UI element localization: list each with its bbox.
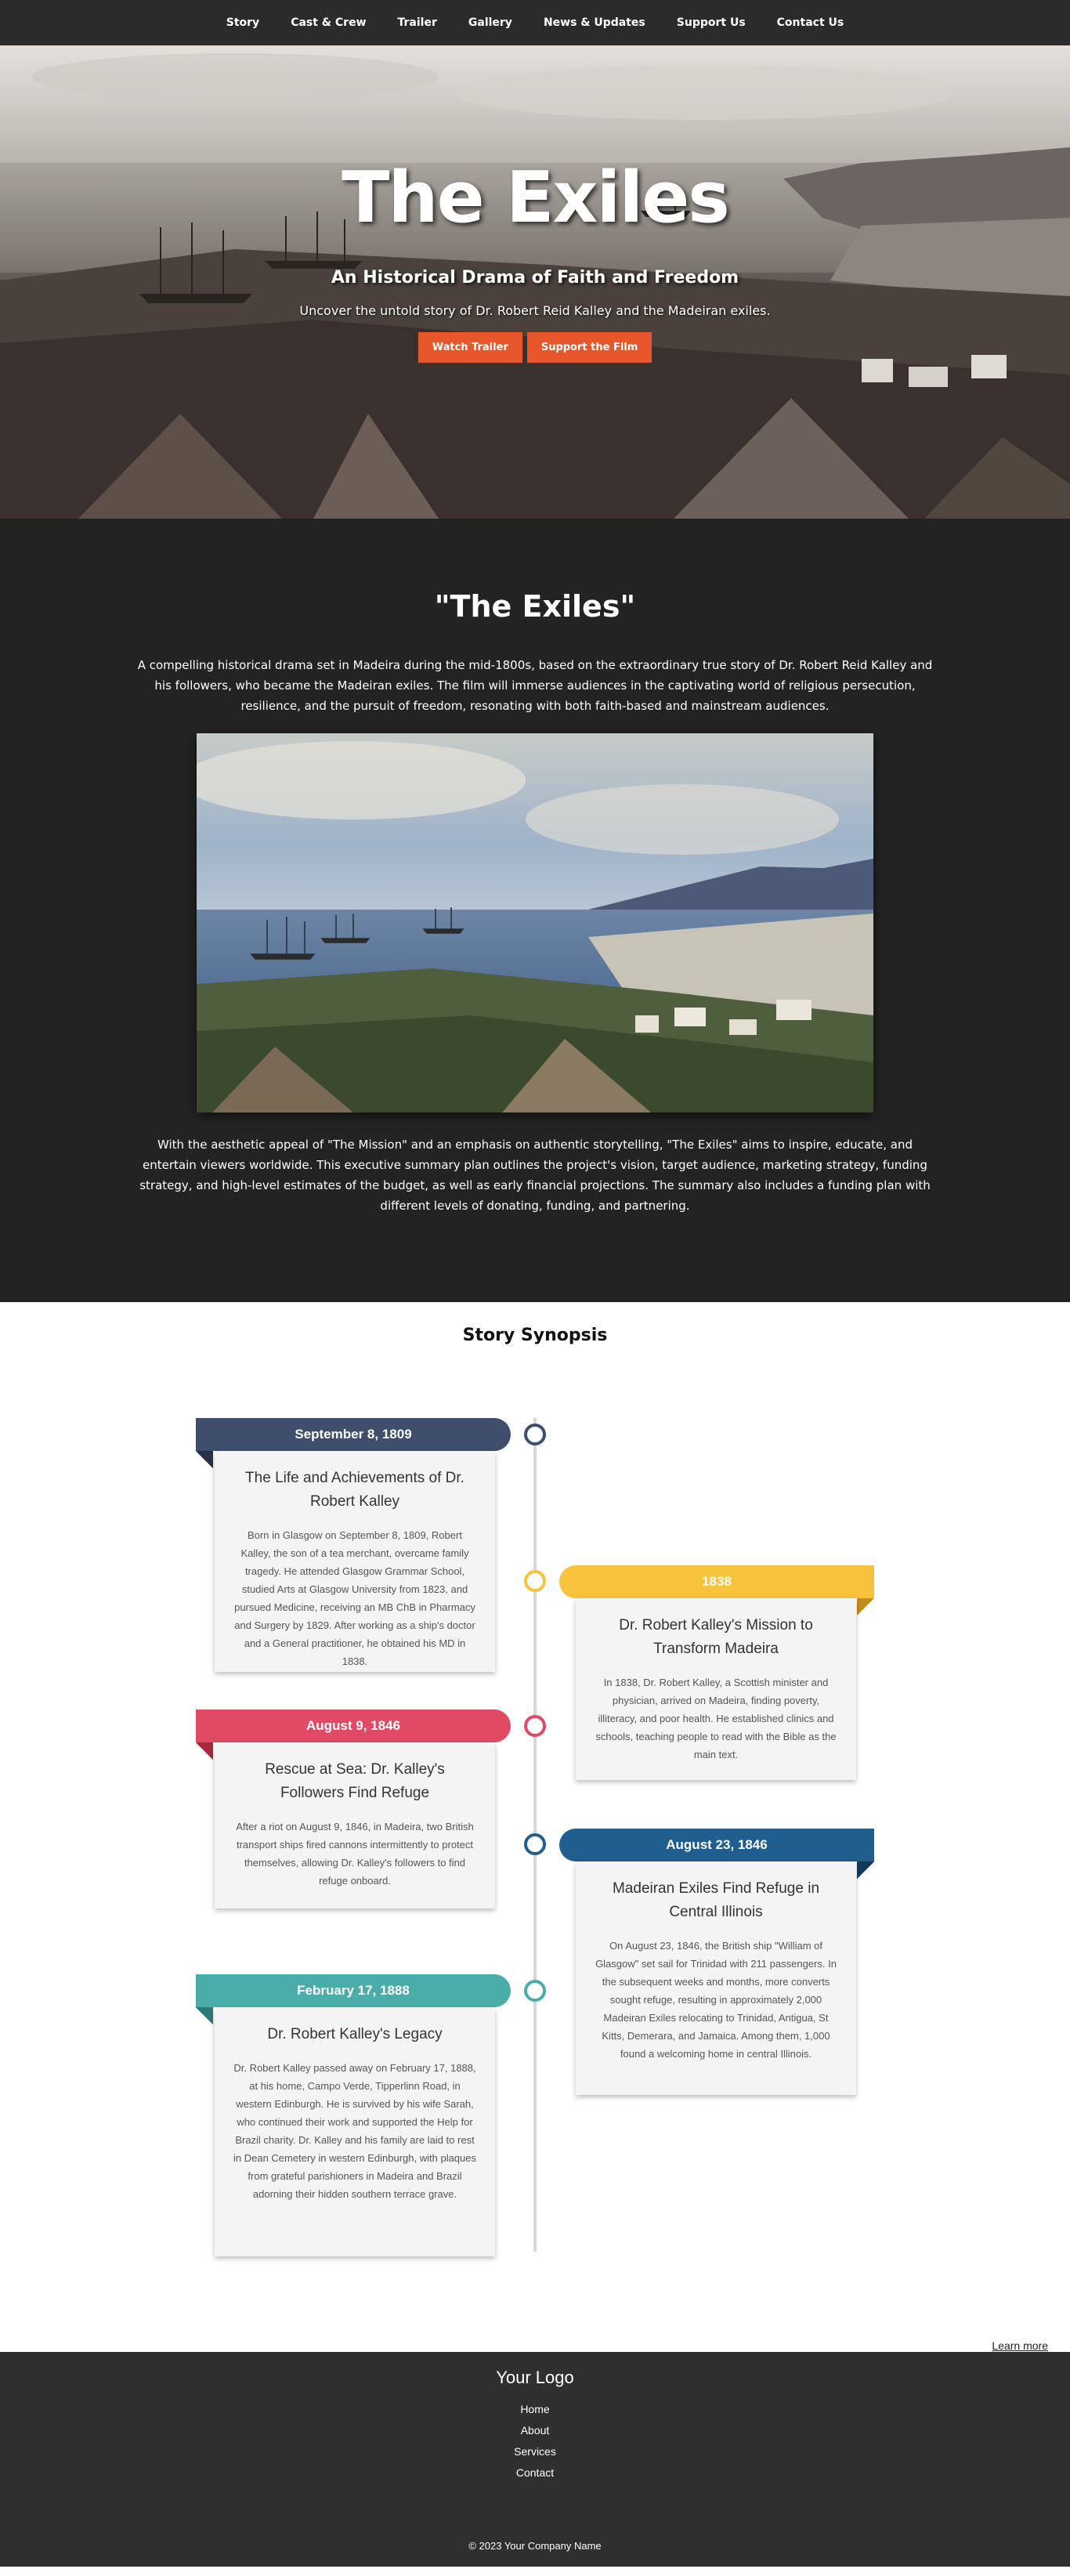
nav-story[interactable]: Story bbox=[211, 16, 275, 29]
timeline-node bbox=[524, 1833, 546, 1855]
hero-title: The Exiles bbox=[342, 157, 730, 239]
timeline-card-title: Madeiran Exiles Find Refuge in Central I… bbox=[612, 1880, 820, 1920]
nav-news-updates[interactable]: News & Updates bbox=[528, 16, 661, 29]
hero-description: Uncover the untold story of Dr. Robert R… bbox=[299, 303, 771, 318]
footer-link-about[interactable]: About bbox=[0, 2420, 1070, 2441]
timeline-card-title: Dr. Robert Kalley's Mission to Transform… bbox=[619, 1617, 813, 1657]
story-synopsis-section: Story Synopsis September 8, 1809 The Lif… bbox=[0, 1302, 1070, 2352]
footer-link-contact[interactable]: Contact bbox=[0, 2462, 1070, 2484]
timeline-card: Dr. Robert Kalley's Mission to Transform… bbox=[576, 1598, 856, 1780]
timeline-date-banner: August 9, 1846 bbox=[196, 1709, 511, 1742]
hero-content: The Exiles An Historical Drama of Faith … bbox=[0, 163, 1070, 363]
timeline-card-text: Dr. Robert Kalley passed away on Februar… bbox=[233, 2062, 477, 2200]
nav-cast-crew[interactable]: Cast & Crew bbox=[275, 16, 381, 29]
copyright-text: © 2023 Your Company Name bbox=[468, 2540, 602, 2552]
timeline-card-text: Born in Glasgow on September 8, 1809, Ro… bbox=[234, 1529, 475, 1667]
support-film-button[interactable]: Support the Film bbox=[526, 332, 652, 363]
timeline-card-text: After a riot on August 9, 1846, in Madei… bbox=[236, 1821, 474, 1887]
banner-fold bbox=[196, 1451, 213, 1468]
timeline-node bbox=[524, 1715, 546, 1737]
timeline-node bbox=[524, 1980, 546, 2002]
banner-fold bbox=[857, 1598, 874, 1615]
synopsis-title: Story Synopsis bbox=[462, 1326, 608, 1345]
timeline-card: The Life and Achievements of Dr. Robert … bbox=[215, 1451, 495, 1672]
timeline-date-banner: February 17, 1888 bbox=[196, 1974, 511, 2007]
timeline-card-title: Dr. Robert Kalley's Legacy bbox=[267, 2026, 443, 2042]
footer-link-services[interactable]: Services bbox=[0, 2441, 1070, 2462]
nav-trailer[interactable]: Trailer bbox=[382, 16, 453, 29]
banner-fold bbox=[196, 1742, 213, 1760]
about-section: "The Exiles" A compelling historical dra… bbox=[0, 519, 1070, 1302]
timeline-node bbox=[524, 1424, 546, 1445]
timeline-card-title: Rescue at Sea: Dr. Kalley's Followers Fi… bbox=[265, 1761, 445, 1801]
nav-gallery[interactable]: Gallery bbox=[453, 16, 528, 29]
nav-support-us[interactable]: Support Us bbox=[661, 16, 761, 29]
timeline-card: Dr. Robert Kalley's Legacy Dr. Robert Ka… bbox=[215, 2007, 495, 2256]
hero-buttons: Watch Trailer Support the Film bbox=[0, 332, 1070, 363]
footer-links: Home About Services Contact bbox=[0, 2399, 1070, 2484]
timeline-date-banner: September 8, 1809 bbox=[196, 1418, 511, 1451]
banner-fold bbox=[196, 2007, 213, 2024]
banner-fold bbox=[857, 1861, 874, 1879]
timeline-date-banner: August 23, 1846 bbox=[559, 1829, 874, 1861]
timeline-node bbox=[524, 1570, 546, 1592]
top-navigation: Story Cast & Crew Trailer Gallery News &… bbox=[0, 0, 1070, 45]
hero-section: The Exiles An Historical Drama of Faith … bbox=[0, 45, 1070, 519]
timeline-date-banner: 1838 bbox=[559, 1565, 874, 1598]
footer-link-home[interactable]: Home bbox=[0, 2399, 1070, 2420]
timeline-card-title: The Life and Achievements of Dr. Robert … bbox=[245, 1470, 465, 1510]
watch-trailer-button[interactable]: Watch Trailer bbox=[418, 332, 522, 363]
timeline-card-text: On August 23, 1846, the British ship "Wi… bbox=[595, 1940, 837, 2060]
madeira-bay-painting bbox=[197, 733, 873, 1113]
timeline-card: Rescue at Sea: Dr. Kalley's Followers Fi… bbox=[215, 1742, 495, 1908]
madeira-bay-image bbox=[197, 733, 873, 1113]
about-lead-paragraph: A compelling historical drama set in Mad… bbox=[137, 658, 933, 713]
timeline-card: Madeiran Exiles Find Refuge in Central I… bbox=[576, 1861, 856, 2095]
learn-more-link[interactable]: Learn more bbox=[992, 2339, 1048, 2352]
timeline-card-text: In 1838, Dr. Robert Kalley, a Scottish m… bbox=[595, 1677, 837, 1760]
about-title: "The Exiles" bbox=[434, 589, 636, 624]
hero-subtitle: An Historical Drama of Faith and Freedom bbox=[331, 268, 739, 288]
about-body-paragraph: With the aesthetic appeal of "The Missio… bbox=[139, 1138, 931, 1213]
site-footer: Your Logo Home About Services Contact © … bbox=[0, 2352, 1070, 2567]
footer-logo: Your Logo bbox=[496, 2368, 574, 2387]
nav-contact-us[interactable]: Contact Us bbox=[761, 16, 860, 29]
